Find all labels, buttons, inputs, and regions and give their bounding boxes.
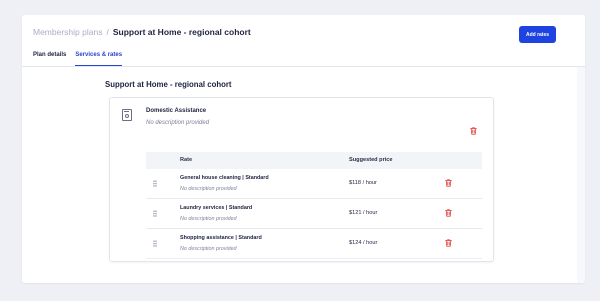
tab-bar: Plan details Services & rates [33,52,131,66]
delete-service-icon[interactable] [470,127,477,135]
rate-name: General house cleaning | Standard [180,175,269,181]
washing-machine-icon [122,109,132,121]
main-card: Membership plans / Support at Home - regio… [22,15,585,283]
breadcrumb-separator: / [106,27,109,37]
table-row: Shopping assistance | Standard No descri… [146,229,482,259]
section-title: Support at Home - regional cohort [105,80,232,89]
tab-services-rates[interactable]: Services & rates [75,52,122,66]
rate-name: Shopping assistance | Standard [180,235,262,241]
breadcrumb: Membership plans / Support at Home - regio… [33,27,251,37]
drag-handle-icon[interactable] [153,180,157,187]
drag-handle-icon[interactable] [153,210,157,217]
rate-price: $118 / hour [349,180,377,186]
rates-table: Rate Suggested price General house clean… [146,152,482,259]
rate-name: Laundry services | Standard [180,205,253,211]
service-card: Domestic Assistance No description provi… [109,97,494,262]
column-header-rate: Rate [180,157,193,163]
rate-description: No description provided [180,216,237,222]
table-row: Laundry services | Standard No descripti… [146,199,482,229]
rate-description: No description provided [180,246,237,252]
delete-rate-icon[interactable] [445,209,452,217]
breadcrumb-parent-link[interactable]: Membership plans [33,27,102,37]
table-row: General house cleaning | Standard No des… [146,169,482,199]
rate-description: No description provided [180,186,237,192]
delete-rate-icon[interactable] [445,239,452,247]
service-name: Domestic Assistance [146,108,207,114]
table-header: Rate Suggested price [146,152,482,169]
tab-plan-details[interactable]: Plan details [33,52,66,66]
delete-rate-icon[interactable] [445,179,452,187]
add-rates-button[interactable]: Add rates [519,26,556,43]
rate-price: $121 / hour [349,210,378,216]
page-title: Support at Home - regional cohort [112,27,251,37]
column-header-price: Suggested price [349,157,393,163]
service-description: No description provided [146,120,210,126]
rate-price: $124 / hour [349,240,378,246]
drag-handle-icon[interactable] [153,240,157,247]
